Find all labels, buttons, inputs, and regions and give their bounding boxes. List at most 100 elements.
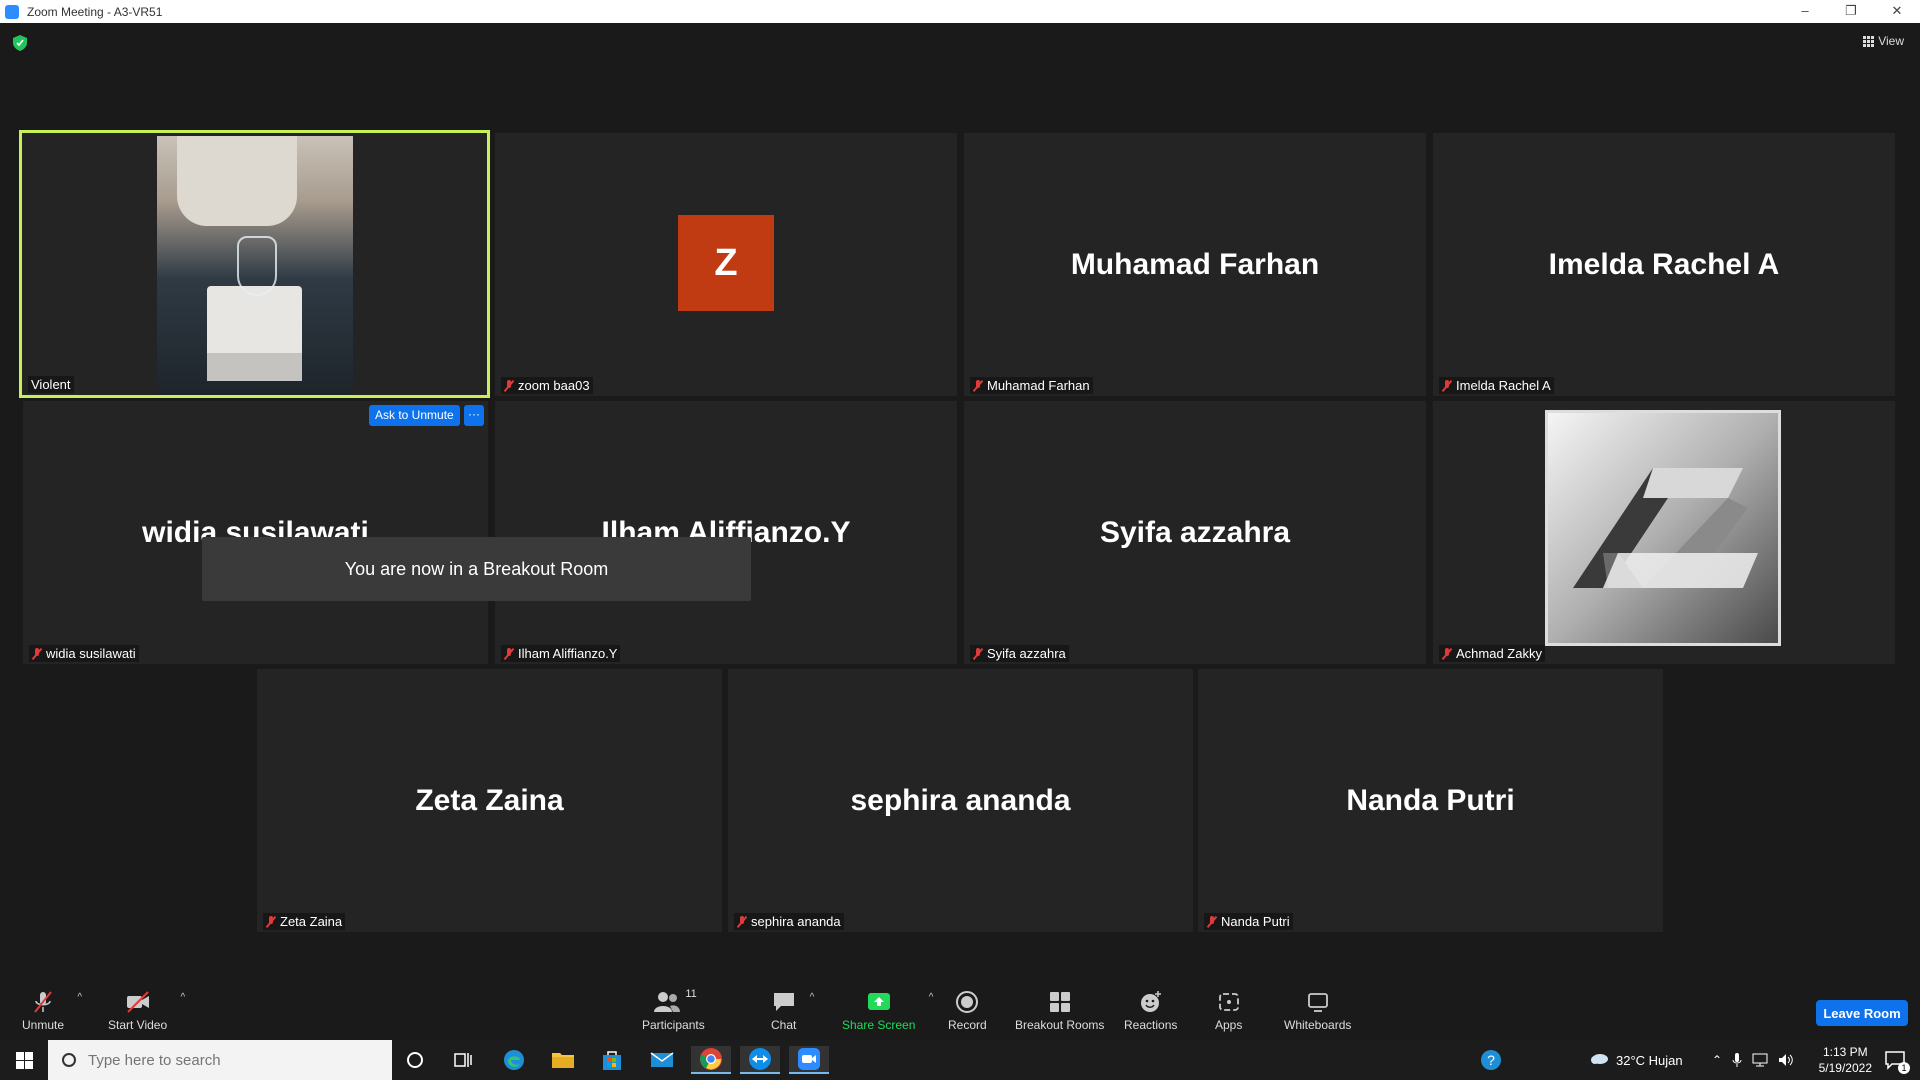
video-tile-nanda-putri[interactable]: Nanda Putri Nanda Putri (1198, 669, 1663, 932)
taskbar-clock[interactable]: 1:13 PM 5/19/2022 (1819, 1044, 1872, 1076)
taskbar-store[interactable] (592, 1046, 632, 1074)
zoom-app-icon (5, 4, 19, 19)
chat-button[interactable]: Chat ^ (771, 990, 814, 1032)
apps-icon (1218, 993, 1239, 1011)
taskbar-search[interactable] (48, 1040, 392, 1080)
notification-count: 1 (1898, 1062, 1910, 1074)
close-button[interactable]: ✕ (1874, 0, 1920, 23)
network-icon[interactable] (1752, 1053, 1768, 1067)
help-icon: ? (1481, 1050, 1501, 1070)
taskbar-mail[interactable] (642, 1046, 682, 1074)
participant-name-label: widia susilawati (29, 645, 139, 662)
chevron-up-icon[interactable]: ⌃ (1712, 1053, 1722, 1067)
view-label: View (1878, 34, 1904, 48)
reactions-button[interactable]: Reactions (1124, 990, 1177, 1032)
video-tile-syifa-azzahra[interactable]: Syifa azzahra Syifa azzahra (964, 401, 1426, 664)
video-tile-ilham-aliffianzo[interactable]: Ilham Aliffianzo.Y Ilham Aliffianzo.Y (495, 401, 957, 664)
participant-name-label: sephira ananda (734, 913, 844, 930)
participant-display-name: sephira ananda (850, 783, 1071, 817)
help-button[interactable]: ? (1480, 1040, 1502, 1080)
notification-center-button[interactable]: 1 (1884, 1040, 1910, 1080)
weather-text: 32°C Hujan (1616, 1052, 1683, 1068)
weather-widget[interactable]: 32°C Hujan (1588, 1040, 1683, 1080)
apps-button[interactable]: Apps (1215, 990, 1242, 1032)
video-tile-widia-susilawati[interactable]: widia susilawati widia susilawati (23, 401, 488, 664)
mic-muted-icon (973, 647, 983, 660)
windows-logo-icon (15, 1051, 33, 1069)
cortana-button[interactable] (395, 1046, 435, 1074)
mic-muted-icon (504, 379, 514, 392)
participant-name-label: Achmad Zakky (1439, 645, 1545, 662)
taskbar-chrome[interactable] (691, 1046, 731, 1074)
more-options-button[interactable]: ··· (464, 405, 484, 426)
mail-icon (650, 1052, 674, 1067)
video-options-caret[interactable]: ^ (180, 992, 185, 1003)
window-titlebar: Zoom Meeting - A3-VR51 – ❐ ✕ (0, 0, 1920, 23)
video-tile-muhamad-farhan[interactable]: Muhamad Farhan Muhamad Farhan (964, 133, 1426, 396)
participant-name-label: zoom baa03 (501, 377, 593, 394)
view-button[interactable]: View (1863, 34, 1904, 48)
record-button[interactable]: Record (948, 990, 987, 1032)
taskbar-file-explorer[interactable] (543, 1046, 583, 1074)
participants-button[interactable]: 11 Participants (642, 988, 705, 1032)
shield-icon[interactable] (13, 35, 27, 51)
volume-icon[interactable] (1778, 1053, 1794, 1067)
start-button[interactable] (0, 1040, 48, 1080)
video-tile-sephira-ananda[interactable]: sephira ananda sephira ananda (728, 669, 1193, 932)
video-tile-achmad-zakky[interactable]: Achmad Zakky (1433, 401, 1895, 664)
cloud-rain-icon (1591, 1054, 1608, 1064)
az-logo-icon (1573, 468, 1758, 588)
breakout-rooms-icon (1049, 992, 1070, 1012)
video-tile-zoom-baa03[interactable]: Z zoom baa03 (495, 133, 957, 396)
clock-date: 5/19/2022 (1818, 1061, 1872, 1075)
edge-browser-icon (504, 1050, 524, 1070)
mic-muted-icon (266, 915, 276, 928)
profile-picture (1545, 410, 1781, 646)
windows-taskbar: ? 32°C Hujan ⌃ 1:13 PM 5/19/2022 1 (0, 1040, 1920, 1080)
mic-muted-icon (973, 379, 983, 392)
participant-name-label: Imelda Rachel A (1439, 377, 1554, 394)
mic-muted-icon (1442, 647, 1452, 660)
microphone-icon[interactable] (1732, 1052, 1742, 1068)
ask-to-unmute-button[interactable]: Ask to Unmute (369, 405, 460, 426)
participant-name-label: Muhamad Farhan (970, 377, 1093, 394)
mic-muted-icon (504, 647, 514, 660)
start-video-button[interactable]: Start Video ^ (108, 990, 185, 1032)
mic-muted-icon (1207, 915, 1217, 928)
chat-options-caret[interactable]: ^ (810, 992, 815, 1003)
video-tile-violent[interactable]: Violent (19, 130, 490, 398)
participant-video (157, 136, 353, 395)
participants-icon (654, 992, 681, 1012)
search-input[interactable] (88, 1051, 368, 1069)
grid-icon (1863, 35, 1875, 47)
mic-muted-icon (1442, 379, 1452, 392)
restore-button[interactable]: ❐ (1828, 0, 1874, 23)
task-view-button[interactable] (443, 1046, 483, 1074)
reactions-icon (1140, 991, 1161, 1012)
task-view-icon (454, 1053, 472, 1067)
chat-icon (773, 993, 794, 1011)
microphone-muted-icon (34, 991, 52, 1013)
share-screen-button[interactable]: Share Screen ^ (842, 990, 933, 1032)
video-off-icon (126, 991, 149, 1013)
leave-room-button[interactable]: Leave Room (1816, 1000, 1908, 1026)
breakout-rooms-button[interactable]: Breakout Rooms (1015, 990, 1104, 1032)
video-tile-zeta-zaina[interactable]: Zeta Zaina Zeta Zaina (257, 669, 722, 932)
participant-name-label: Violent (28, 376, 74, 393)
taskbar-zoom[interactable] (789, 1046, 829, 1074)
unmute-button[interactable]: Unmute ^ (22, 990, 82, 1032)
zoom-icon (798, 1048, 820, 1070)
system-tray: ⌃ (1712, 1040, 1794, 1080)
participant-display-name: Zeta Zaina (415, 783, 564, 817)
taskbar-edge[interactable] (494, 1046, 534, 1074)
taskbar-teamviewer[interactable] (740, 1046, 780, 1074)
video-tile-imelda-rachel[interactable]: Imelda Rachel A Imelda Rachel A (1433, 133, 1895, 396)
whiteboards-button[interactable]: Whiteboards (1284, 990, 1351, 1032)
share-options-caret[interactable]: ^ (929, 992, 934, 1003)
avatar: Z (678, 215, 774, 311)
minimize-button[interactable]: – (1782, 0, 1828, 23)
mic-muted-icon (32, 647, 42, 660)
window-title: Zoom Meeting - A3-VR51 (27, 4, 163, 19)
audio-options-caret[interactable]: ^ (77, 992, 82, 1003)
store-icon (603, 1051, 621, 1070)
